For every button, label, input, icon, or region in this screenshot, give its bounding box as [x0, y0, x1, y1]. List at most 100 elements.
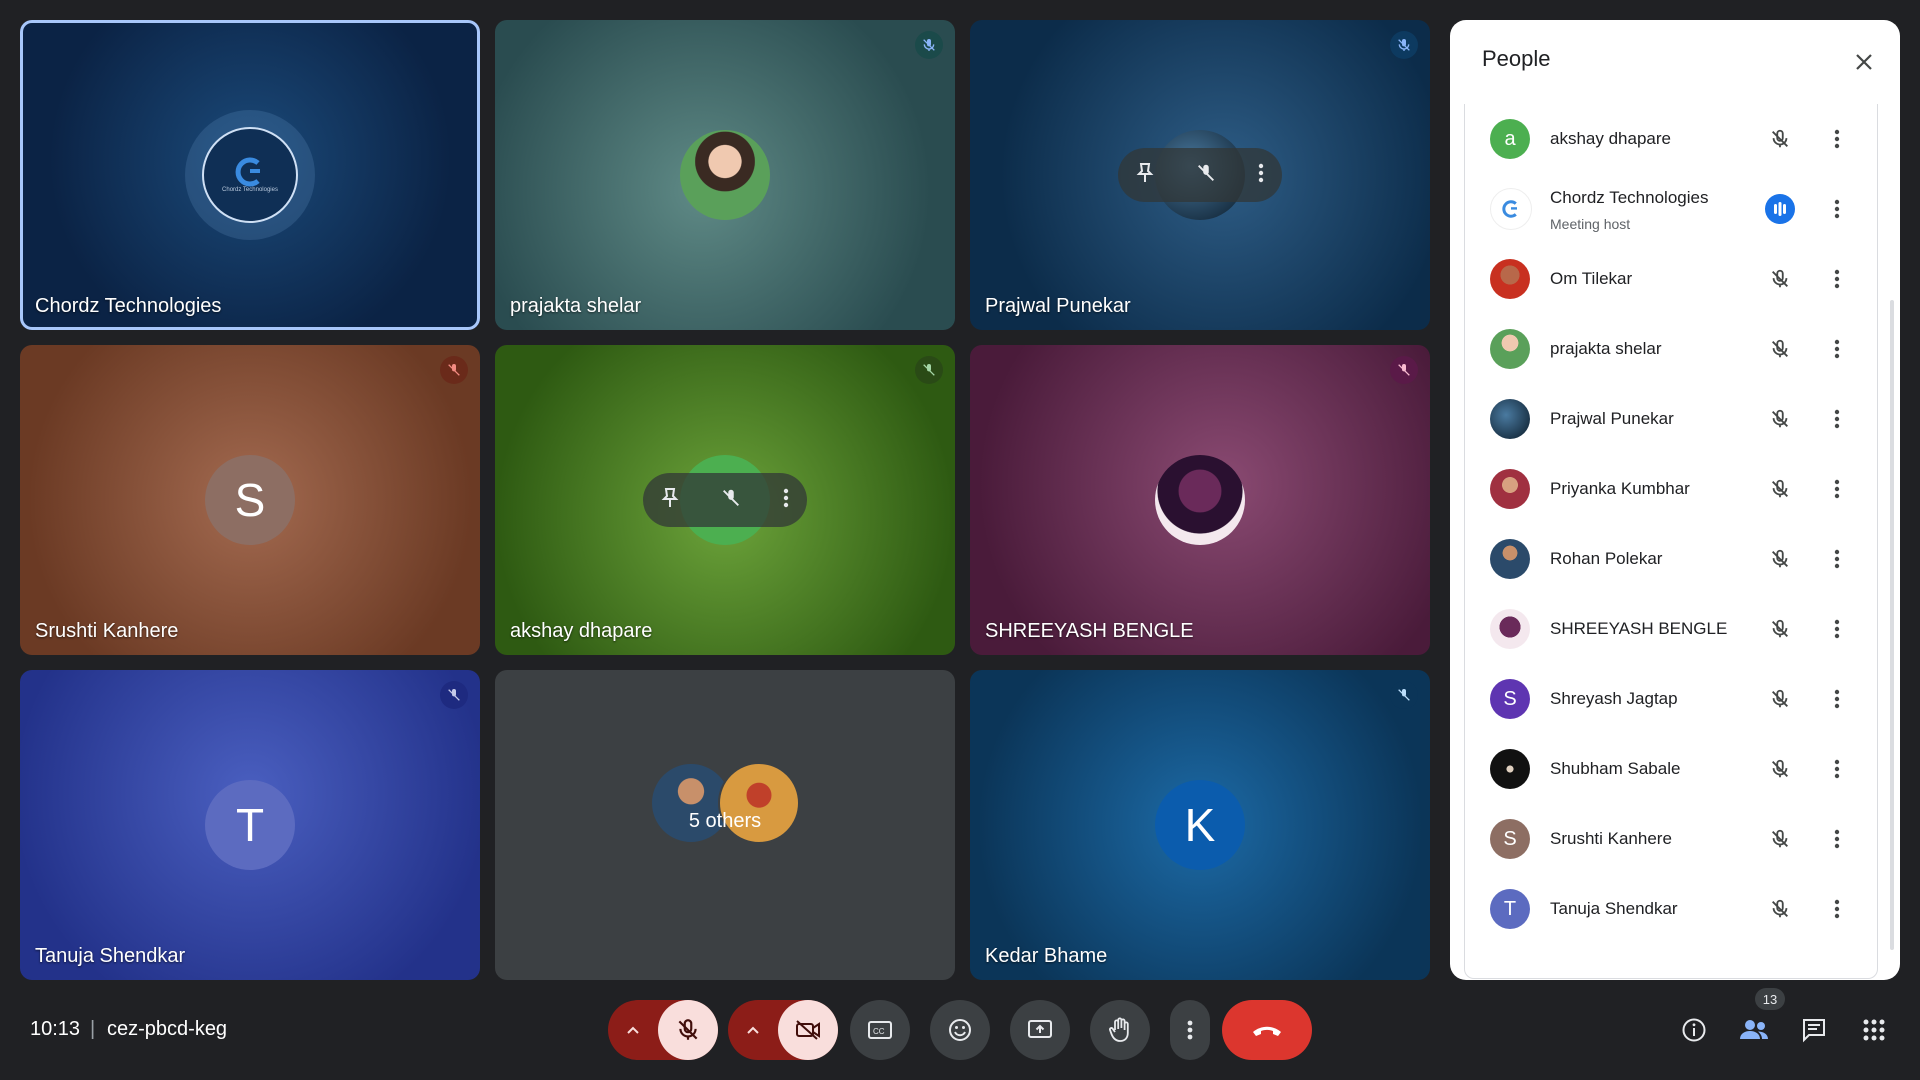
tile-name: Prajwal Punekar: [985, 295, 1131, 317]
participant-photo: [1490, 749, 1530, 789]
captions-button[interactable]: CC: [850, 1000, 910, 1060]
chat-icon[interactable]: [1797, 1013, 1831, 1047]
mute-toggle-icon[interactable]: [1195, 162, 1217, 189]
pin-icon[interactable]: [1136, 162, 1154, 189]
more-vert-icon: [1187, 1020, 1193, 1040]
more-options-icon[interactable]: [1825, 334, 1849, 364]
present-button[interactable]: [1010, 1000, 1070, 1060]
more-options-icon[interactable]: [1825, 754, 1849, 784]
mic-toggle-button[interactable]: [658, 1000, 718, 1060]
video-tile-others[interactable]: 5 others: [495, 670, 955, 980]
pin-icon[interactable]: [661, 487, 679, 514]
hand-icon: [1109, 1017, 1129, 1042]
participant-row[interactable]: Rohan Polekar: [1465, 524, 1877, 594]
muted-mic-icon: [1390, 31, 1418, 59]
video-tile-akshay[interactable]: akshay dhapare: [495, 345, 955, 655]
participant-photo: [1490, 259, 1530, 299]
participant-name: prajakta shelar: [1550, 339, 1662, 358]
participant-row[interactable]: prajakta shelar: [1465, 314, 1877, 384]
reactions-button[interactable]: [930, 1000, 990, 1060]
end-call-button[interactable]: [1222, 1000, 1312, 1060]
raise-hand-button[interactable]: [1090, 1000, 1150, 1060]
more-options-icon[interactable]: [1825, 474, 1849, 504]
close-icon[interactable]: [1850, 48, 1878, 76]
more-options-icon[interactable]: [1825, 194, 1849, 224]
video-tile-shreeyash[interactable]: SHREEYASH BENGLE: [970, 345, 1430, 655]
video-options-chevron-icon[interactable]: [728, 1000, 778, 1060]
video-tile-tanuja[interactable]: T Tanuja Shendkar: [20, 670, 480, 980]
participant-name: Srushti Kanhere: [1550, 829, 1672, 848]
more-options-icon[interactable]: [1825, 614, 1849, 644]
tile-hover-controls: [643, 473, 807, 527]
activities-icon[interactable]: [1857, 1013, 1891, 1047]
more-options-icon[interactable]: [1825, 824, 1849, 854]
participant-photo: [1490, 469, 1530, 509]
mute-toggle-icon[interactable]: [720, 487, 742, 514]
muted-mic-icon: [915, 31, 943, 59]
participant-name: Om Tilekar: [1550, 269, 1633, 288]
participant-row[interactable]: S Shreyash Jagtap: [1465, 664, 1877, 734]
present-screen-icon: [1028, 1020, 1052, 1038]
video-tile-srushti[interactable]: S Srushti Kanhere: [20, 345, 480, 655]
participant-name: Chordz Technologies: [1550, 188, 1709, 207]
video-tile-prajwal[interactable]: Prajwal Punekar: [970, 20, 1430, 330]
people-icon[interactable]: [1737, 1013, 1771, 1047]
initial-avatar: S: [1490, 679, 1530, 719]
initial-avatar: S: [205, 455, 295, 545]
more-options-icon[interactable]: [1825, 404, 1849, 434]
participant-row[interactable]: T Tanuja Shendkar: [1465, 874, 1877, 944]
audio-options-chevron-icon[interactable]: [608, 1000, 658, 1060]
chordz-logo-avatar: Chordz Technologies: [185, 110, 315, 240]
meeting-info-icon[interactable]: [1677, 1013, 1711, 1047]
more-options-icon[interactable]: [783, 487, 789, 514]
video-tile-kedar[interactable]: K Kedar Bhame: [970, 670, 1430, 980]
participant-photo: [680, 130, 770, 220]
video-tile-chordz[interactable]: Chordz Technologies Chordz Technologies: [20, 20, 480, 330]
tile-name: Kedar Bhame: [985, 945, 1108, 967]
initial-avatar: T: [1490, 889, 1530, 929]
logo-text: Chordz Technologies: [222, 187, 278, 193]
more-options-icon[interactable]: [1825, 264, 1849, 294]
muted-mic-icon: [1765, 824, 1795, 854]
video-grid: Chordz Technologies Chordz Technologies …: [20, 20, 1430, 980]
participant-row[interactable]: Shubham Sabale: [1465, 734, 1877, 804]
initial-avatar: S: [1490, 819, 1530, 859]
more-options-button[interactable]: [1170, 1000, 1210, 1060]
chordz-logo-icon: [235, 157, 260, 187]
participant-role: Meeting host: [1550, 216, 1631, 232]
participant-name: akshay dhapare: [1550, 129, 1671, 148]
more-options-icon[interactable]: [1825, 894, 1849, 924]
chordz-logo-avatar: [1490, 188, 1532, 230]
tile-name: Chordz Technologies: [35, 295, 222, 317]
panel-title: People: [1482, 46, 1551, 71]
participant-photo: [1155, 455, 1245, 545]
emoji-icon: [949, 1019, 971, 1041]
camera-control-group: [728, 1000, 838, 1060]
mic-control-group: [608, 1000, 718, 1060]
mic-off-icon: [678, 1019, 698, 1040]
participant-row[interactable]: a akshay dhapare: [1465, 104, 1877, 174]
camera-toggle-button[interactable]: [778, 1000, 838, 1060]
participant-row[interactable]: SHREEYASH BENGLE: [1465, 594, 1877, 664]
more-options-icon[interactable]: [1825, 544, 1849, 574]
participant-row[interactable]: Priyanka Kumbhar: [1465, 454, 1877, 524]
tile-name: Srushti Kanhere: [35, 620, 179, 642]
muted-mic-icon: [1765, 264, 1795, 294]
muted-mic-icon: [1390, 356, 1418, 384]
muted-mic-icon: [1765, 474, 1795, 504]
captions-icon: CC: [868, 1021, 892, 1039]
participant-row[interactable]: S Srushti Kanhere: [1465, 804, 1877, 874]
participant-row[interactable]: Prajwal Punekar: [1465, 384, 1877, 454]
tile-name: akshay dhapare: [510, 620, 653, 642]
participant-row[interactable]: Om Tilekar: [1465, 244, 1877, 314]
participant-row[interactable]: Chordz Technologies Meeting host: [1465, 174, 1877, 244]
more-options-icon[interactable]: [1825, 124, 1849, 154]
scrollbar[interactable]: [1890, 300, 1894, 950]
muted-mic-icon: [1765, 894, 1795, 924]
more-options-icon[interactable]: [1258, 162, 1264, 189]
video-tile-prajakta[interactable]: prajakta shelar: [495, 20, 955, 330]
tile-name: Tanuja Shendkar: [35, 945, 186, 967]
participant-name: Tanuja Shendkar: [1550, 899, 1678, 918]
separator: |: [90, 1018, 96, 1040]
more-options-icon[interactable]: [1825, 684, 1849, 714]
